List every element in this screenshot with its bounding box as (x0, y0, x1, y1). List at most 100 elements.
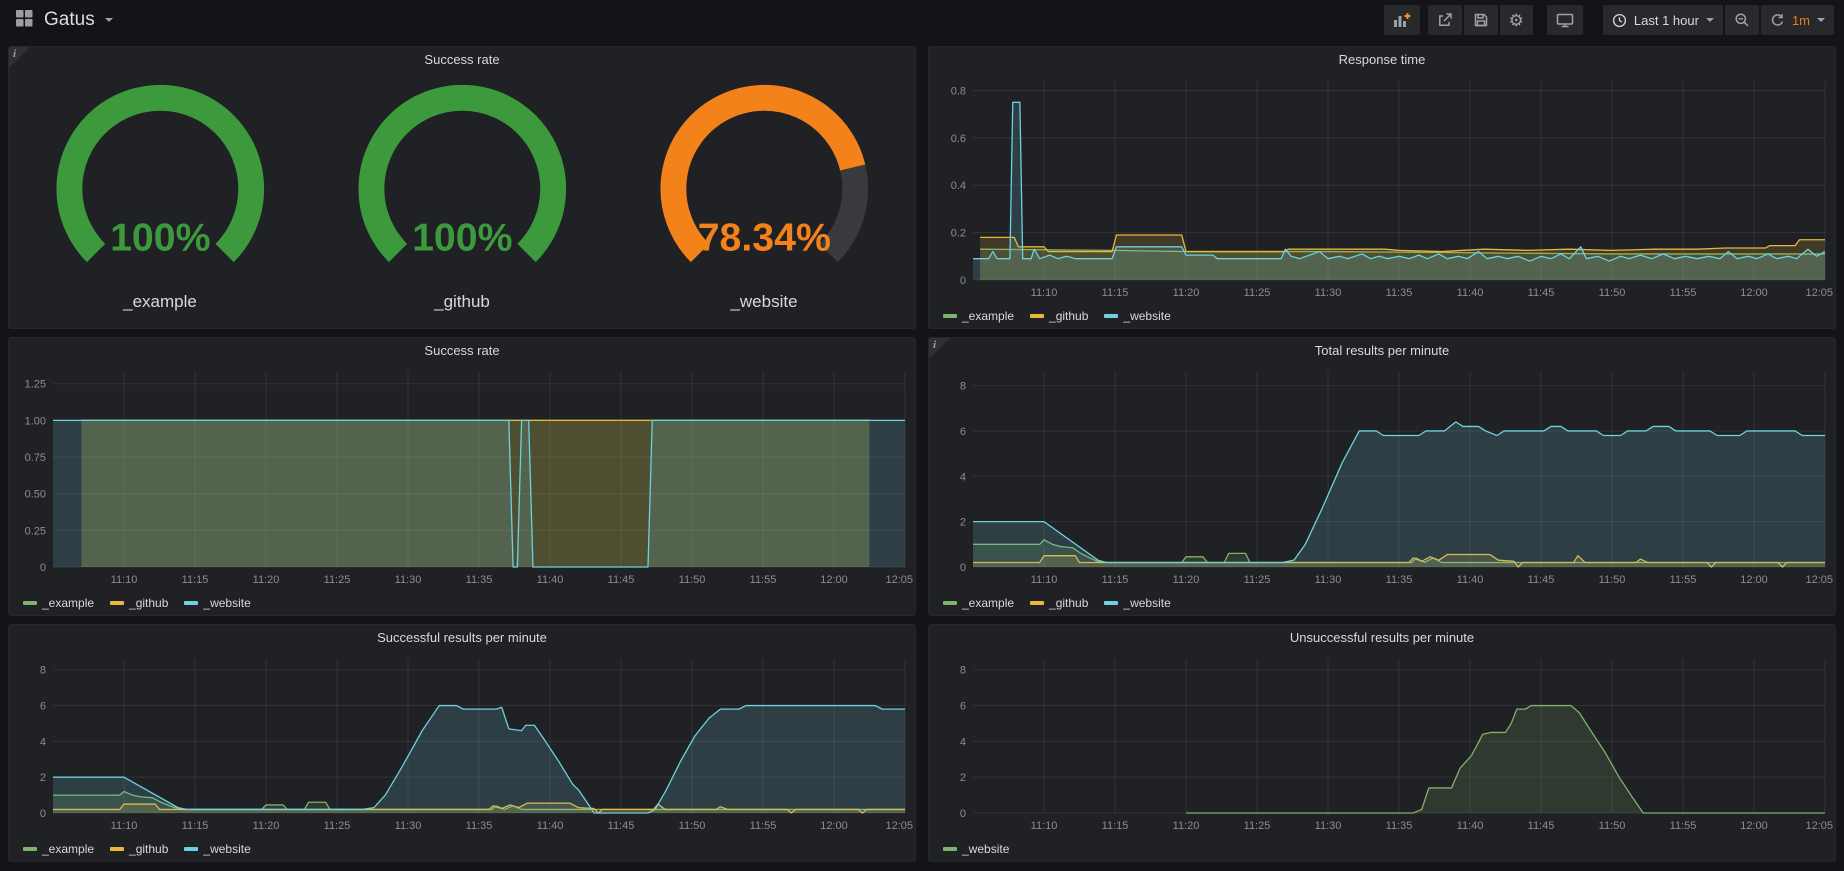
svg-text:12:00: 12:00 (1740, 287, 1768, 299)
svg-text:11:40: 11:40 (1457, 820, 1484, 832)
legend-item[interactable]: _website (184, 596, 250, 610)
legend-item[interactable]: _website (1104, 596, 1170, 610)
legend-item[interactable]: _example (23, 596, 94, 610)
svg-text:11:55: 11:55 (1670, 820, 1697, 832)
svg-text:12:05: 12:05 (885, 574, 913, 586)
gauge-label: _website (730, 292, 797, 324)
add-panel-button[interactable] (1384, 5, 1420, 35)
dashboard-grid-icon[interactable] (14, 8, 34, 33)
svg-text:11:15: 11:15 (182, 820, 209, 832)
legend-item[interactable]: _website (1104, 309, 1170, 323)
svg-text:11:35: 11:35 (466, 820, 493, 832)
svg-text:11:20: 11:20 (1173, 574, 1200, 586)
legend-swatch (23, 847, 37, 851)
panel-title[interactable]: Total results per minute (929, 338, 1835, 364)
refresh-button[interactable]: 1m (1761, 5, 1834, 35)
svg-text:11:30: 11:30 (1315, 574, 1342, 586)
top-nav: Gatus (0, 0, 1844, 40)
svg-text:11:25: 11:25 (1244, 820, 1271, 832)
svg-text:11:35: 11:35 (1386, 820, 1413, 832)
gauge-github: 100%_github (311, 73, 613, 324)
svg-text:11:20: 11:20 (1173, 820, 1200, 832)
dashboard-grid: i Success rate 100%_example100%_github78… (0, 40, 1844, 862)
svg-text:11:45: 11:45 (1528, 287, 1555, 299)
legend-item[interactable]: _website (943, 842, 1009, 856)
share-button[interactable] (1428, 5, 1462, 35)
panel-success-rate-series: Success rate 00.250.500.751.001.2511:101… (8, 337, 916, 616)
cycle-view-button[interactable] (1547, 5, 1583, 35)
svg-text:12:05: 12:05 (1805, 287, 1833, 299)
chart-legend: _example _github _website (929, 304, 1835, 328)
dashboard-title[interactable]: Gatus (44, 9, 95, 31)
svg-text:11:30: 11:30 (1315, 820, 1342, 832)
svg-text:11:15: 11:15 (182, 574, 209, 586)
time-range-label: Last 1 hour (1634, 13, 1699, 28)
svg-text:11:35: 11:35 (1386, 287, 1413, 299)
svg-text:11:35: 11:35 (1386, 574, 1413, 586)
svg-text:12:05: 12:05 (885, 820, 913, 832)
svg-text:12:00: 12:00 (1740, 820, 1768, 832)
chart-legend: _example _github _website (929, 591, 1835, 615)
legend-item[interactable]: _example (23, 842, 94, 856)
panel-title[interactable]: Unsuccessful results per minute (929, 625, 1835, 651)
zoom-out-button[interactable] (1725, 5, 1759, 35)
legend-label: _website (962, 842, 1009, 856)
legend-swatch (23, 601, 37, 605)
chart-legend: _example _github _website (9, 591, 915, 615)
legend-item[interactable]: _github (110, 596, 168, 610)
gauge-example: 100%_example (9, 73, 311, 324)
chevron-down-icon (1817, 18, 1825, 22)
svg-text:11:50: 11:50 (1599, 574, 1626, 586)
svg-text:11:50: 11:50 (679, 820, 706, 832)
gear-icon: ⚙ (1509, 12, 1524, 29)
svg-text:11:15: 11:15 (1102, 287, 1129, 299)
panel-successful-results: Successful results per minute 0246811:10… (8, 624, 916, 862)
legend-item[interactable]: _website (184, 842, 250, 856)
legend-item[interactable]: _example (943, 309, 1014, 323)
svg-text:4: 4 (960, 736, 966, 748)
svg-text:12:00: 12:00 (820, 574, 848, 586)
legend-item[interactable]: _github (1030, 596, 1088, 610)
svg-text:12:05: 12:05 (1805, 820, 1833, 832)
panel-info-icon[interactable]: i (9, 47, 30, 68)
total-results-chart[interactable]: 0246811:1011:1511:2011:2511:3011:3511:40… (929, 364, 1835, 591)
svg-text:12:05: 12:05 (1805, 574, 1833, 586)
panel-title[interactable]: Successful results per minute (9, 625, 915, 651)
legend-swatch (943, 847, 957, 851)
time-range-button[interactable]: Last 1 hour (1603, 5, 1723, 35)
chart-legend: _website (929, 837, 1835, 861)
settings-button[interactable]: ⚙ (1500, 5, 1533, 35)
legend-label: _github (129, 596, 168, 610)
legend-label: _example (42, 842, 94, 856)
svg-text:0.50: 0.50 (25, 489, 46, 501)
svg-text:11:40: 11:40 (537, 574, 564, 586)
svg-text:11:30: 11:30 (1315, 287, 1342, 299)
panel-info-icon[interactable]: i (929, 338, 950, 359)
svg-text:11:50: 11:50 (1599, 287, 1626, 299)
gauge-website: 78.34%_website (613, 73, 915, 324)
svg-text:11:45: 11:45 (608, 820, 635, 832)
unsuccessful-results-chart[interactable]: 0246811:1011:1511:2011:2511:3011:3511:40… (929, 651, 1835, 837)
svg-text:11:10: 11:10 (1031, 820, 1058, 832)
save-button[interactable] (1464, 5, 1498, 35)
successful-results-chart[interactable]: 0246811:1011:1511:2011:2511:3011:3511:40… (9, 651, 915, 837)
svg-text:6: 6 (960, 426, 966, 438)
svg-text:11:45: 11:45 (608, 574, 635, 586)
panel-title[interactable]: Response time (929, 47, 1835, 73)
gauge-label: _github (434, 292, 490, 324)
legend-label: _website (1123, 596, 1170, 610)
svg-text:11:10: 11:10 (111, 574, 138, 586)
svg-text:6: 6 (960, 701, 966, 713)
legend-swatch (110, 847, 124, 851)
svg-text:11:40: 11:40 (537, 820, 564, 832)
legend-item[interactable]: _github (110, 842, 168, 856)
legend-swatch (1104, 314, 1118, 318)
refresh-interval-label: 1m (1792, 13, 1810, 28)
success-rate-chart[interactable]: 00.250.500.751.001.2511:1011:1511:2011:2… (9, 364, 915, 591)
legend-item[interactable]: _example (943, 596, 1014, 610)
legend-item[interactable]: _github (1030, 309, 1088, 323)
response-time-chart[interactable]: 00.20.40.60.811:1011:1511:2011:2511:3011… (929, 73, 1835, 304)
panel-title[interactable]: Success rate (9, 47, 915, 73)
panel-title[interactable]: Success rate (9, 338, 915, 364)
gauge-label: _example (123, 292, 197, 324)
